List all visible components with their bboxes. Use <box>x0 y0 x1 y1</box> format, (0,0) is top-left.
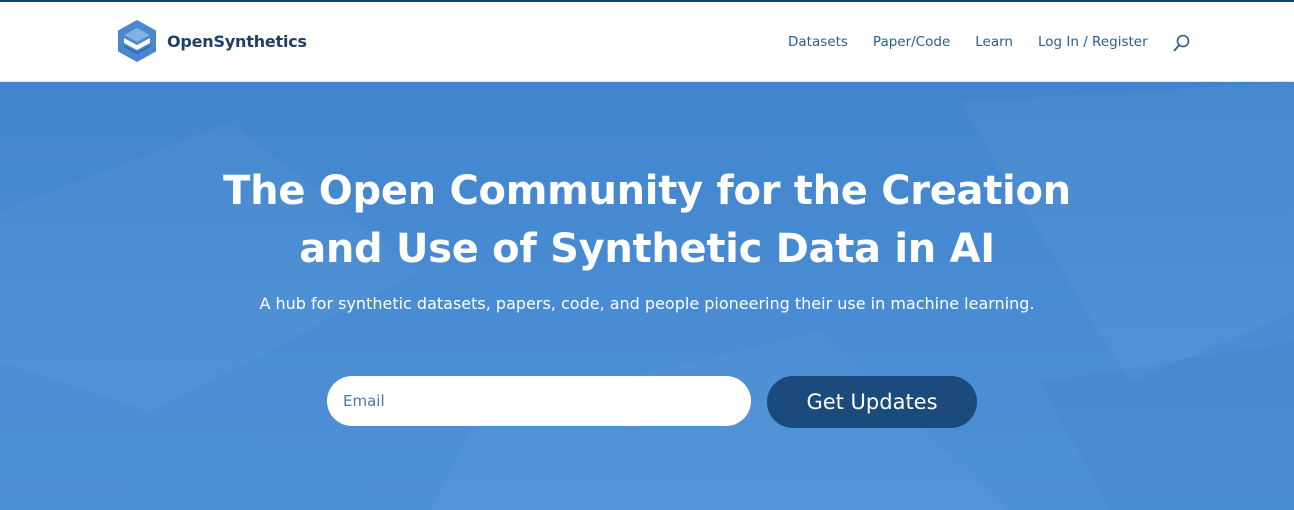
email-field[interactable] <box>327 376 751 426</box>
get-updates-button[interactable]: Get Updates <box>767 376 977 428</box>
nav-learn[interactable]: Learn <box>975 32 1013 52</box>
site-header: OpenSynthetics Datasets Paper/Code Learn… <box>0 2 1294 82</box>
hero-title-line-1: The Open Community for the Creation <box>223 168 1071 214</box>
hero-subtitle: A hub for synthetic datasets, papers, co… <box>259 294 1035 313</box>
search-icon <box>1173 34 1190 52</box>
search-button[interactable] <box>1172 33 1192 53</box>
main-nav: Datasets Paper/Code Learn Log In / Regis… <box>788 32 1173 52</box>
hero-title-line-2: and Use of Synthetic Data in AI <box>299 226 995 272</box>
nav-login-register[interactable]: Log In / Register <box>1038 32 1148 52</box>
hero-title: The Open Community for the Creation and … <box>147 162 1147 278</box>
hexagon-logo-icon <box>118 20 156 62</box>
brand-logo-link[interactable]: OpenSynthetics <box>116 19 307 63</box>
nav-datasets[interactable]: Datasets <box>788 32 848 52</box>
nav-paper-code[interactable]: Paper/Code <box>873 32 950 52</box>
brand-name: OpenSynthetics <box>167 31 307 51</box>
hero-section: The Open Community for the Creation and … <box>0 82 1294 510</box>
